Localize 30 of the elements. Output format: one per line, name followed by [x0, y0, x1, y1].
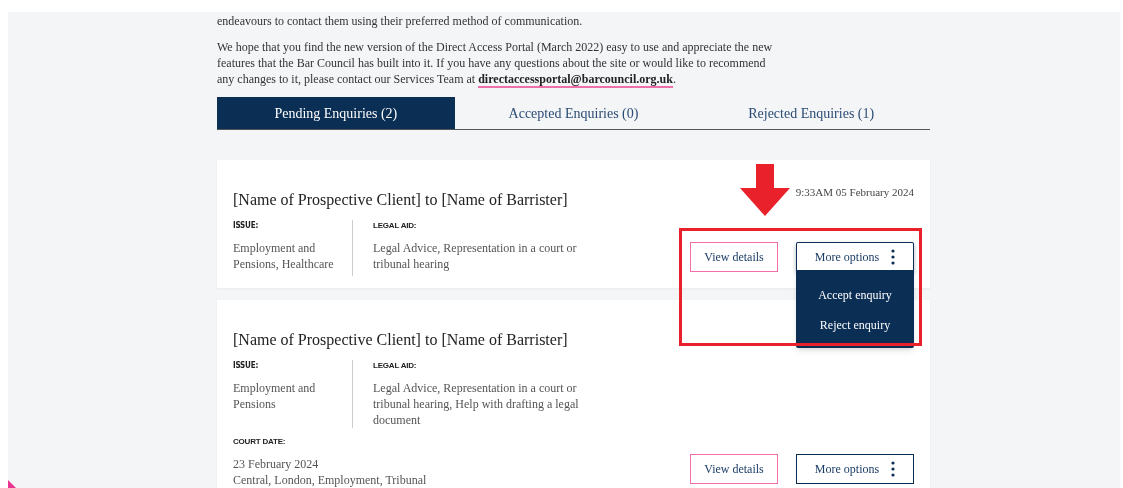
- intro-text: endeavours to contact them using their preferred method of communication.: [217, 13, 584, 29]
- tab[interactable]: Accepted Enquiries (0): [454, 97, 693, 129]
- field-label: LEGAL AID:: [373, 360, 418, 372]
- more-vertical-icon: [891, 248, 896, 265]
- tab[interactable]: Pending Enquiries (2): [217, 97, 455, 129]
- more-options-button[interactable]: More options: [796, 242, 914, 272]
- corner-mark-icon: [8, 480, 16, 488]
- enquiry-title: [Name of Prospective Client] to [Name of Barrister]: [233, 190, 568, 211]
- field-label: ISSUE:: [233, 220, 260, 232]
- intro-text: We hope that you find the new version of the Direct Access Portal (March 2022) easy to use and appreciate the new features that the Bar Council has built into it. If you have any questions about the site or would like to recommend any changes to it, please contact our Services Team at directaccessportal@barcouncil.org.uk.: [217, 39, 774, 87]
- field-label: LEGAL AID:: [373, 220, 418, 232]
- field-value: Employment and Pensions: [233, 380, 317, 412]
- field-label: COURT DATE:: [233, 436, 287, 448]
- tab[interactable]: Rejected Enquiries (1): [692, 97, 930, 129]
- more-vertical-icon: [891, 461, 896, 477]
- field-value: Central, London, Employment, Tribunal: [233, 472, 428, 488]
- menu-item[interactable]: Accept enquiry: [796, 280, 914, 310]
- enquiry-title: [Name of Prospective Client] to [Name of Barrister]: [233, 330, 568, 351]
- more-options-button[interactable]: More options: [796, 454, 914, 484]
- menu-item[interactable]: Reject enquiry: [796, 310, 914, 340]
- field-label: ISSUE:: [233, 360, 260, 372]
- email-link[interactable]: directaccessportal@barcouncil.org.uk: [478, 72, 673, 88]
- field-value: Legal Advice, Representation in a court or tribunal hearing, Help with drafting a legal document: [373, 380, 580, 428]
- timestamp: 9:33AM 05 February 2024: [795, 185, 914, 200]
- view-details-button[interactable]: View details: [690, 242, 778, 272]
- field-value: 23 February 2024: [233, 456, 320, 472]
- view-details-button[interactable]: View details: [690, 454, 778, 484]
- field-value: Employment and Pensions, Healthcare: [233, 240, 335, 272]
- field-value: Legal Advice, Representation in a court or tribunal hearing: [373, 240, 578, 272]
- down-arrow-icon: [740, 164, 790, 216]
